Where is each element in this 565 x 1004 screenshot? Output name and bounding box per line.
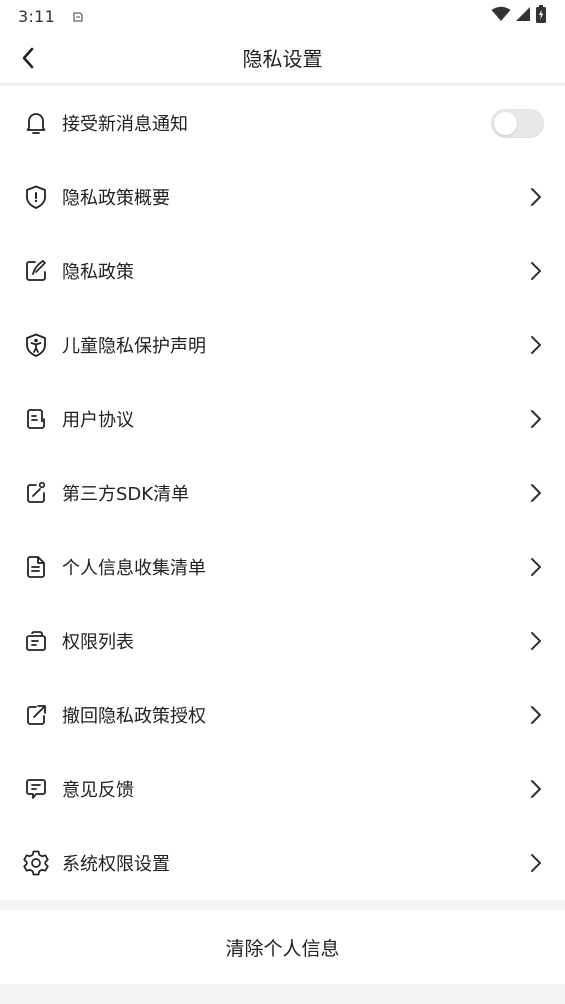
bell-icon — [22, 109, 50, 137]
chevron-right-icon — [527, 482, 545, 504]
row-permission-list[interactable]: 权限列表 — [0, 604, 565, 678]
chevron-right-icon — [527, 408, 545, 430]
row-privacy-summary[interactable]: 隐私政策概要 — [0, 160, 565, 234]
battery-icon — [535, 5, 547, 27]
toggle-knob — [494, 111, 517, 135]
row-personal-info-list[interactable]: 个人信息收集清单 — [0, 530, 565, 604]
chevron-right-icon — [527, 556, 545, 578]
status-time: 3:11 — [18, 6, 56, 26]
file-list-icon — [22, 553, 50, 581]
external-edit-icon — [22, 479, 50, 507]
chevron-left-icon — [22, 47, 34, 69]
back-button[interactable] — [14, 44, 42, 72]
document-icon — [22, 405, 50, 433]
feedback-chat-icon — [22, 775, 50, 803]
row-label: 撤回隐私政策授权 — [62, 706, 206, 727]
chevron-right-icon — [527, 778, 545, 800]
signal-icon — [515, 6, 531, 26]
row-label: 用户协议 — [62, 410, 134, 431]
wifi-icon — [491, 6, 511, 26]
row-privacy-policy[interactable]: 隐私政策 — [0, 234, 565, 308]
chevron-right-icon — [527, 260, 545, 282]
row-label: 第三方SDK清单 — [62, 484, 190, 505]
row-label: 接受新消息通知 — [62, 114, 188, 135]
notification-toggle[interactable] — [491, 108, 544, 138]
status-bar: 3:11 — [0, 0, 565, 32]
row-revoke-authorization[interactable]: 撤回隐私政策授权 — [0, 678, 565, 752]
chevron-right-icon — [527, 630, 545, 652]
page-title: 隐私设置 — [242, 47, 323, 71]
row-label: 系统权限设置 — [62, 854, 170, 875]
share-out-icon — [22, 701, 50, 729]
chevron-right-icon — [527, 852, 545, 874]
row-third-party-sdk[interactable]: 第三方SDK清单 — [0, 456, 565, 530]
row-label: 隐私政策概要 — [62, 188, 170, 209]
row-feedback[interactable]: 意见反馈 — [0, 752, 565, 826]
row-user-agreement[interactable]: 用户协议 — [0, 382, 565, 456]
privacy-settings-screen: 3:11 隐私设置 接受新消息通知 隐私政策概要 隐私政策 儿童隐私保护声明 用… — [0, 0, 565, 1004]
shield-info-icon — [22, 183, 50, 211]
nav-bar: 隐私设置 — [0, 32, 565, 84]
chevron-right-icon — [527, 334, 545, 356]
permission-bag-icon — [22, 627, 50, 655]
chevron-right-icon — [527, 186, 545, 208]
row-label: 意见反馈 — [62, 780, 134, 801]
edit-note-icon — [22, 257, 50, 285]
row-message-notifications: 接受新消息通知 — [0, 86, 565, 160]
row-child-privacy[interactable]: 儿童隐私保护声明 — [0, 308, 565, 382]
gear-icon — [22, 849, 50, 877]
row-label: 个人信息收集清单 — [62, 558, 206, 579]
clear-button-label: 清除个人信息 — [225, 937, 340, 960]
clear-personal-info-button[interactable]: 清除个人信息 — [0, 910, 565, 984]
child-shield-icon — [22, 331, 50, 359]
chevron-right-icon — [527, 704, 545, 726]
settings-list: 接受新消息通知 隐私政策概要 隐私政策 儿童隐私保护声明 用户协议 第三方SDK… — [0, 86, 565, 900]
notification-icon — [71, 9, 85, 23]
row-label: 儿童隐私保护声明 — [62, 336, 206, 357]
row-label: 隐私政策 — [62, 262, 134, 283]
row-system-permissions[interactable]: 系统权限设置 — [0, 826, 565, 900]
row-label: 权限列表 — [62, 632, 134, 653]
